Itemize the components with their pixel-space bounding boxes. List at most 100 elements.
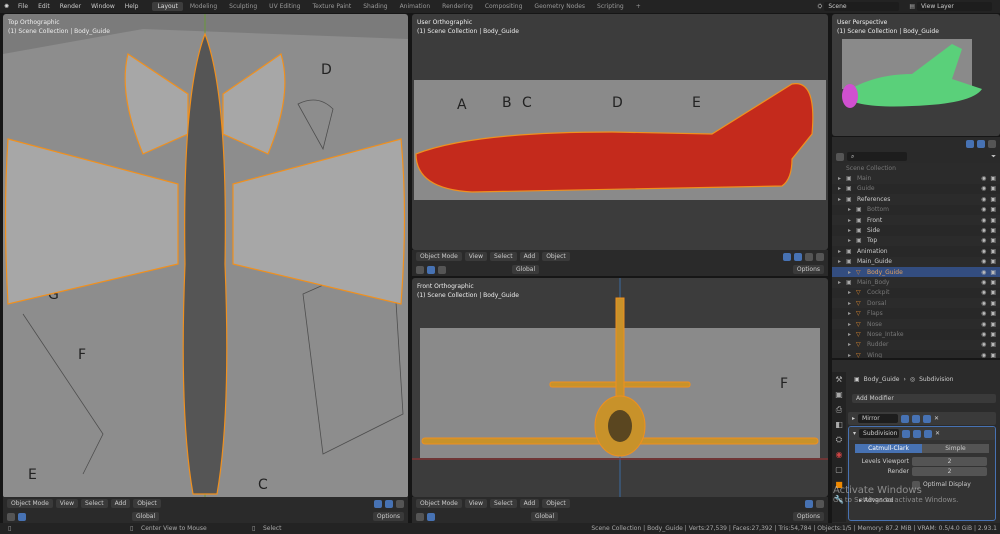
viewport-icon[interactable] (912, 414, 921, 423)
mode-selector[interactable]: Object Mode (416, 499, 462, 508)
modifier-tab-icon[interactable]: 🔧 (832, 492, 846, 507)
disclosure-icon[interactable]: ▸ (838, 185, 841, 192)
mode-selector[interactable]: Object Mode (416, 252, 462, 261)
menu-help[interactable]: Help (121, 3, 143, 10)
render-camera-icon[interactable]: ▣ (990, 331, 996, 338)
visibility-eye-icon[interactable]: ◉ (981, 206, 986, 213)
outliner-item[interactable]: ▸ ▣ Guide ◉ ▣ (832, 184, 1000, 194)
select-mode-icon[interactable] (427, 265, 435, 274)
visibility-eye-icon[interactable]: ◉ (981, 321, 986, 328)
tab-compositing[interactable]: Compositing (480, 2, 528, 11)
modifier-mirror[interactable]: ▸ Mirror ✕ (848, 412, 996, 425)
visibility-eye-icon[interactable]: ◉ (981, 248, 986, 255)
render-levels-field[interactable]: 2 (912, 467, 987, 476)
outliner-item[interactable]: ▸ ▽ Wing ◉ ▣ (832, 350, 1000, 358)
viewport-top-orthographic[interactable]: D G F E C Top Orthographic (1) Scene Coll… (3, 14, 408, 498)
tab-rendering[interactable]: Rendering (437, 2, 478, 11)
mode-selector[interactable]: Object Mode (7, 499, 53, 508)
tab-uv-editing[interactable]: UV Editing (264, 2, 305, 11)
menu-select[interactable]: Select (490, 252, 517, 261)
visibility-eye-icon[interactable]: ◉ (981, 310, 986, 317)
object-tab-icon[interactable]: ■ (832, 477, 846, 492)
shading-solid-icon[interactable] (816, 252, 824, 261)
outliner-item[interactable]: ▸ ▽ Body_Guide ◉ ▣ (832, 266, 1000, 278)
menu-add[interactable]: Add (519, 252, 540, 261)
editmode-icon[interactable] (902, 429, 911, 438)
orientation-selector[interactable]: Global (531, 512, 559, 521)
outliner-item[interactable]: ▸ ▣ Main_Body ◉ ▣ (832, 277, 1000, 288)
scene-icon[interactable]: ⛭ (818, 3, 823, 11)
collection-tab-icon[interactable]: ▢ (832, 462, 846, 477)
disclosure-icon[interactable]: ▸ (848, 217, 851, 224)
select-tool-icon[interactable] (7, 512, 15, 521)
outliner-item[interactable]: ▸ ▽ Nose ◉ ▣ (832, 318, 1000, 330)
gizmo-icon[interactable] (783, 252, 791, 261)
outliner-item[interactable]: ▸ ▽ Cockpit ◉ ▣ (832, 288, 1000, 298)
gizmo-icon[interactable] (374, 499, 382, 508)
visibility-eye-icon[interactable]: ◉ (981, 300, 986, 307)
render-camera-icon[interactable]: ▣ (990, 269, 996, 276)
simple-button[interactable]: Simple (922, 444, 989, 453)
visibility-eye-icon[interactable]: ◉ (981, 185, 986, 192)
options-button[interactable]: Options (372, 512, 404, 521)
outliner-search-input[interactable]: ⌕ (847, 152, 907, 161)
view-layer-selector[interactable]: View Layer (917, 2, 992, 11)
outliner-item[interactable]: ▸ ▣ Side ◉ ▣ (832, 225, 1000, 235)
filter-icon[interactable]: ⏷ (991, 153, 996, 161)
overlay-icon[interactable] (794, 252, 802, 261)
blender-logo-icon[interactable]: ✺ (4, 3, 9, 10)
visibility-eye-icon[interactable]: ◉ (981, 227, 986, 234)
tab-animation[interactable]: Animation (395, 2, 436, 11)
visibility-eye-icon[interactable]: ◉ (981, 352, 986, 358)
select-tool-icon[interactable] (416, 265, 424, 274)
render-camera-icon[interactable]: ▣ (990, 352, 996, 358)
render-camera-icon[interactable]: ▣ (990, 175, 996, 182)
editmode-icon[interactable] (901, 414, 910, 423)
overlay-icon[interactable] (385, 499, 393, 508)
shading-solid-icon[interactable] (816, 499, 824, 508)
tab-modeling[interactable]: Modeling (185, 2, 222, 11)
render-camera-icon[interactable]: ▣ (990, 196, 996, 203)
view-layer-tab-icon[interactable]: ◧ (832, 417, 846, 432)
shading-solid-icon[interactable] (396, 499, 404, 508)
checkbox-icon[interactable] (912, 481, 920, 489)
disclosure-icon[interactable]: ▸ (848, 331, 851, 338)
disclosure-icon[interactable]: ▸ (848, 289, 851, 296)
disclosure-icon[interactable]: ▸ (848, 341, 851, 348)
menu-object[interactable]: Object (542, 499, 570, 508)
menu-edit[interactable]: Edit (34, 3, 54, 10)
render-camera-icon[interactable]: ▣ (990, 258, 996, 265)
visibility-eye-icon[interactable]: ◉ (981, 175, 986, 182)
viewport-icon[interactable] (913, 429, 922, 438)
menu-object[interactable]: Object (133, 499, 161, 508)
output-tab-icon[interactable]: ⎙ (832, 402, 846, 417)
visibility-eye-icon[interactable]: ◉ (981, 258, 986, 265)
disclosure-icon[interactable]: ▸ (848, 269, 851, 276)
menu-view[interactable]: View (55, 499, 79, 508)
visibility-eye-icon[interactable]: ◉ (981, 331, 986, 338)
viewport-front-orthographic[interactable]: F Front Orthographic (1) Scene Collection… (412, 278, 828, 497)
orientation-selector[interactable]: Global (132, 512, 160, 521)
render-camera-icon[interactable]: ▣ (990, 279, 996, 286)
close-icon[interactable]: ✕ (934, 415, 939, 422)
outliner-item[interactable]: ▸ ▽ Rudder ◉ ▣ (832, 339, 1000, 351)
viewport-user-orthographic[interactable]: A B C D E User Orthographic (1) Scene Col… (412, 14, 828, 250)
advanced-panel[interactable]: ▸ Advanced (859, 497, 894, 504)
select-extend-icon[interactable] (438, 265, 446, 274)
menu-select[interactable]: Select (490, 499, 517, 508)
outliner-item[interactable]: ▸ ▣ Bottom ◉ ▣ (832, 205, 1000, 215)
outliner-item[interactable]: ▸ ▽ Nose_Intake ◉ ▣ (832, 329, 1000, 339)
select-mode-icon[interactable] (18, 512, 26, 521)
render-camera-icon[interactable]: ▣ (990, 237, 996, 244)
outliner-item[interactable]: ▸ ▽ Flaps ◉ ▣ (832, 308, 1000, 318)
tab-shading[interactable]: Shading (358, 2, 392, 11)
select-mode-icon[interactable] (427, 512, 435, 521)
outliner-root[interactable]: Scene Collection (832, 163, 1000, 174)
outliner-item[interactable]: ▸ ▣ Top ◉ ▣ (832, 235, 1000, 247)
view-layer-icon[interactable]: ▤ (909, 3, 915, 10)
menu-window[interactable]: Window (87, 3, 119, 10)
tool-tab-icon[interactable]: ⚒ (832, 372, 846, 387)
outliner-item[interactable]: ▸ ▣ References ◉ ▣ (832, 194, 1000, 205)
levels-viewport-field[interactable]: 2 (912, 457, 987, 466)
world-tab-icon[interactable]: ◉ (832, 447, 846, 462)
